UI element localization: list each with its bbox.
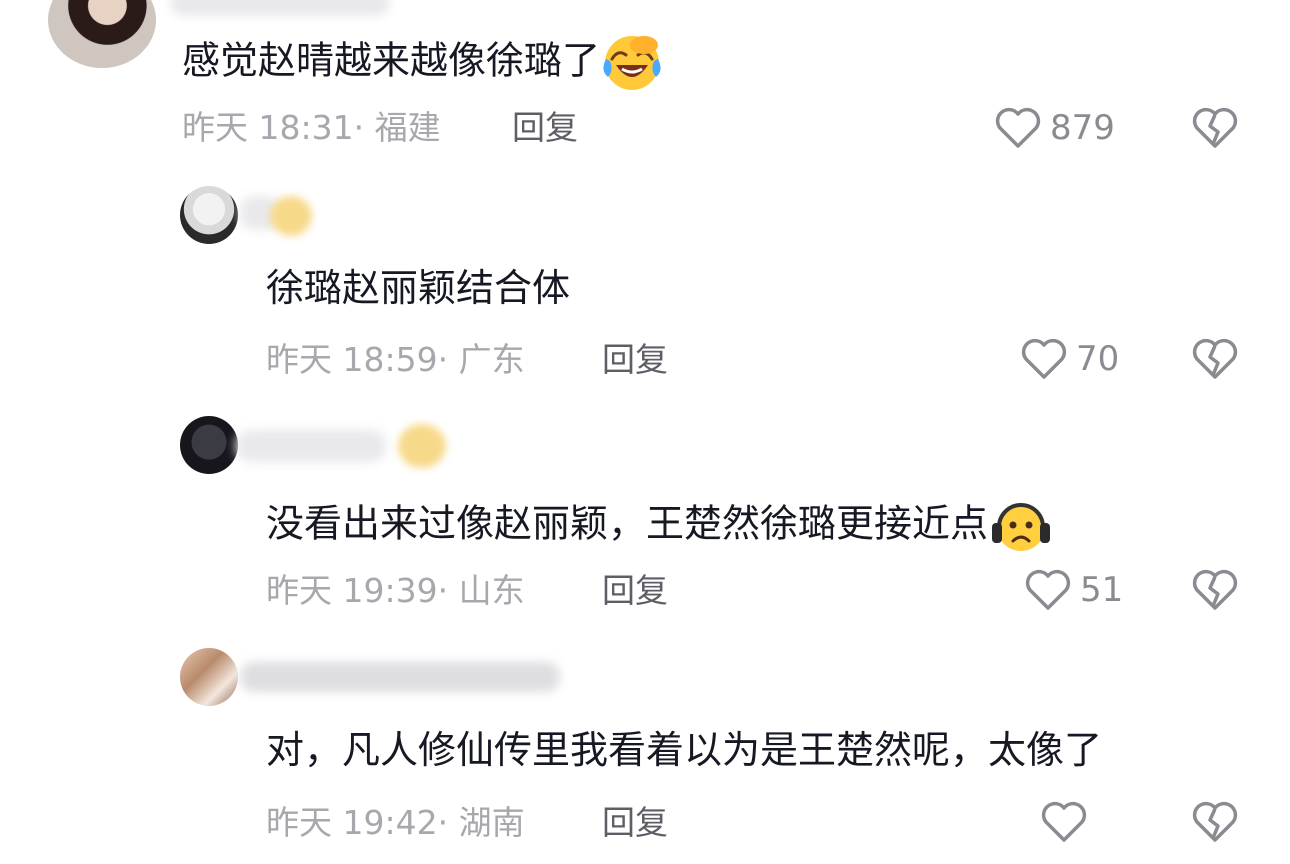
reply-button[interactable]: 回复 xyxy=(602,803,668,843)
like-button[interactable]: 70 xyxy=(1020,337,1119,381)
comment-text[interactable]: 徐璐赵丽颖结合体 xyxy=(266,266,570,310)
avatar[interactable] xyxy=(180,648,238,706)
comment-meta: 昨天 19:42· 湖南 xyxy=(266,803,525,843)
ip-region: 广东 xyxy=(458,340,525,379)
ip-region: 山东 xyxy=(458,571,525,610)
comment-text[interactable]: 感觉赵晴越来越像徐璐了 xyxy=(182,33,662,93)
timestamp: 昨天 19:42· xyxy=(266,803,449,842)
comment-text[interactable]: 没看出来过像赵丽颖，王楚然徐璐更接近点 xyxy=(266,497,1052,555)
timestamp: 昨天 19:39· xyxy=(266,571,449,610)
comment-meta: 昨天 18:59· 广东 xyxy=(266,340,525,380)
heart-outline-icon[interactable] xyxy=(1040,800,1088,844)
badge-blurred xyxy=(398,424,446,468)
avatar[interactable] xyxy=(180,186,238,244)
timestamp: 昨天 18:59· xyxy=(266,340,449,379)
avatar[interactable] xyxy=(48,0,156,68)
broken-heart-icon[interactable] xyxy=(1191,568,1239,612)
broken-heart-icon[interactable] xyxy=(1191,337,1239,381)
ip-region: 湖南 xyxy=(458,803,525,842)
like-count: 70 xyxy=(1076,339,1120,379)
heart-outline-icon xyxy=(994,106,1042,150)
avatar[interactable] xyxy=(180,416,238,474)
timestamp: 昨天 18:31· xyxy=(182,108,365,147)
ip-region: 福建 xyxy=(374,108,441,147)
broken-heart-icon[interactable] xyxy=(1191,800,1239,844)
heart-outline-icon xyxy=(1020,337,1068,381)
comment-text[interactable]: 对，凡人修仙传里我看着以为是王楚然呢，太像了 xyxy=(266,728,1102,772)
like-count: 879 xyxy=(1050,108,1115,148)
face-with-tears-of-joy-icon xyxy=(602,33,662,93)
comment-meta: 昨天 19:39· 山东 xyxy=(266,571,525,611)
username-blurred[interactable] xyxy=(170,0,390,16)
like-button[interactable]: 51 xyxy=(1024,568,1123,612)
frowning-face-headphones-icon xyxy=(990,497,1052,555)
like-count: 51 xyxy=(1080,570,1124,610)
reply-button[interactable]: 回复 xyxy=(512,108,578,148)
badge-blurred xyxy=(270,196,312,236)
broken-heart-icon[interactable] xyxy=(1191,106,1239,150)
username-blurred[interactable] xyxy=(236,430,386,462)
username-blurred[interactable] xyxy=(240,662,560,692)
reply-button[interactable]: 回复 xyxy=(602,571,668,611)
like-button[interactable]: 879 xyxy=(994,106,1115,150)
heart-outline-icon xyxy=(1024,568,1072,612)
comment-meta: 昨天 18:31· 福建 xyxy=(182,108,441,148)
reply-button[interactable]: 回复 xyxy=(602,340,668,380)
